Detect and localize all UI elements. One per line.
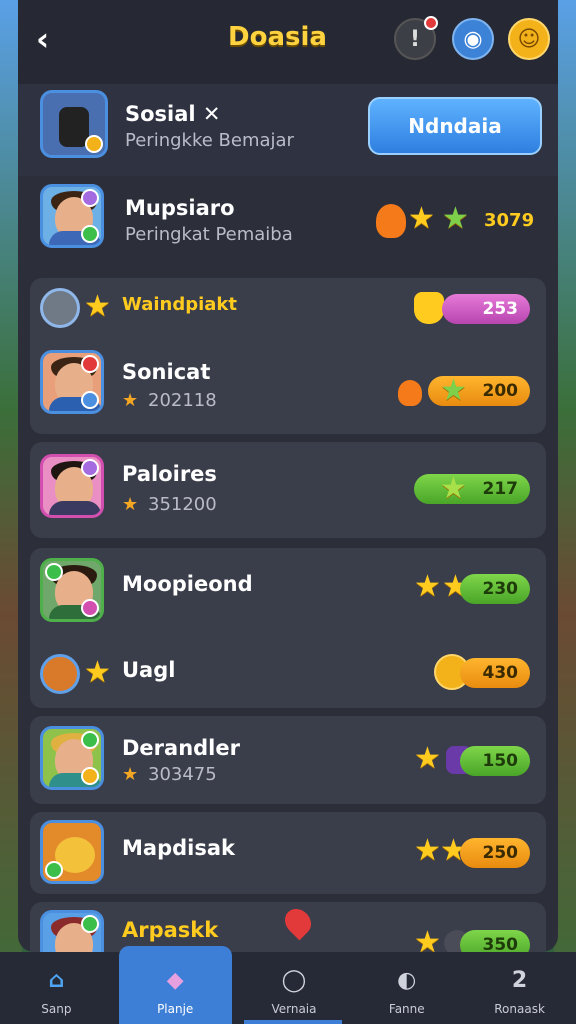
avatar <box>40 820 104 884</box>
avatar <box>40 726 104 790</box>
score-pill: 250 <box>460 838 530 868</box>
gem-icon: ◆ <box>166 967 184 993</box>
star-icon: ★ <box>408 201 435 236</box>
top-card-name: Sosial ✕ <box>125 102 221 126</box>
fire-icon <box>398 380 422 406</box>
list-item[interactable]: Arpaskk ★ 350 <box>30 902 546 952</box>
action-button[interactable]: Ndndaia <box>368 97 542 155</box>
star-icon: ★ <box>414 833 441 868</box>
player-name: Mupsiaro <box>125 196 235 220</box>
player-name: Uagl <box>122 658 176 682</box>
profile-icon: 2 <box>511 967 528 993</box>
bottom-tab-bar: ⌂ Sanp ◆ Planje ◯ Vernaia ◐ Fanne 2 Rona… <box>0 946 576 1024</box>
tab-indicator <box>244 1020 342 1024</box>
star-icon: ★ <box>414 569 441 604</box>
score-pill: 230 <box>460 574 530 604</box>
star-icon: ★ <box>414 925 441 953</box>
avatar <box>40 910 104 952</box>
avatar <box>40 90 108 158</box>
player-score: 202118 <box>148 390 217 411</box>
page-title: Doasia <box>228 22 327 52</box>
header-bar: ‹ Doasia ! ◉ ☺ <box>18 0 558 84</box>
star-icon: ★ <box>84 655 111 690</box>
tab-gems[interactable]: ◆ Planje <box>118 946 232 1024</box>
globe-icon[interactable]: ◉ <box>452 18 494 60</box>
chat-icon: ◯ <box>281 967 307 993</box>
score-pill: 217 <box>414 474 530 504</box>
player-name: Paloires <box>122 462 217 486</box>
info-icon[interactable]: ! <box>394 16 438 60</box>
star-icon: ★ <box>122 494 139 515</box>
star-icon: ★ <box>440 471 467 506</box>
player-name: Arpaskk <box>122 918 219 942</box>
score-pill: 150 <box>460 746 530 776</box>
tab-home[interactable]: ⌂ Sanp <box>0 952 113 1024</box>
player-name: Derandler <box>122 736 240 760</box>
score-value: 3079 <box>484 210 535 231</box>
player-name: Waindpiakt <box>122 294 238 315</box>
avatar <box>40 184 104 248</box>
avatar <box>40 558 104 622</box>
player-score: 303475 <box>148 764 217 785</box>
top-card-subtitle: Peringkke Bemajar <box>125 130 294 151</box>
shield-icon: ◐ <box>397 967 417 993</box>
star-icon: ★ <box>440 373 467 408</box>
avatar <box>40 454 104 518</box>
gear-icon <box>40 288 80 328</box>
player-score: 351200 <box>148 494 217 515</box>
score-pill: 430 <box>460 658 530 688</box>
fire-icon <box>376 204 406 238</box>
tab-chat[interactable]: ◯ Vernaia <box>238 952 351 1024</box>
location-pin-icon <box>279 903 317 941</box>
list-item[interactable]: Mapdisak ★ ★ 250 <box>30 812 546 894</box>
list-item[interactable]: Derandler ★ 303475 ★ 150 <box>30 716 546 804</box>
player-rank: Peringkat Pemaiba <box>125 224 293 245</box>
trophy-icon <box>414 292 444 324</box>
player-name: Sonicat <box>122 360 211 384</box>
bag-icon <box>40 654 80 694</box>
player-name: Moopieond <box>122 572 253 596</box>
list-item[interactable]: Mupsiaro Peringkat Pemaiba ★ ★ 3079 <box>18 176 558 274</box>
leaderboard-panel: ‹ Doasia ! ◉ ☺ Sosial ✕ Peringkke Bemaja… <box>18 0 558 952</box>
back-button[interactable]: ‹ <box>36 22 62 56</box>
score-pill: 253 <box>442 294 530 324</box>
avatar <box>40 350 104 414</box>
player-name: Mapdisak <box>122 836 235 860</box>
tab-shield[interactable]: ◐ Fanne <box>350 952 463 1024</box>
coin-icon[interactable]: ☺ <box>508 18 550 60</box>
list-item[interactable]: Paloires ★ 351200 217 ★ <box>30 442 546 538</box>
star-icon: ★ <box>122 390 139 411</box>
list-group: ★ Waindpiakt 253 Sonicat ★ 202118 200 ★ <box>30 278 546 434</box>
star-icon: ★ <box>84 289 111 324</box>
star-icon: ★ <box>442 201 469 236</box>
tab-profile[interactable]: 2 Ronaask <box>463 952 576 1024</box>
star-icon: ★ <box>122 764 139 785</box>
score-pill: 350 <box>460 930 530 952</box>
star-icon: ★ <box>414 741 441 776</box>
home-icon: ⌂ <box>48 967 65 993</box>
list-group: Moopieond ★ ★ 230 ★ Uagl 430 <box>30 548 546 708</box>
